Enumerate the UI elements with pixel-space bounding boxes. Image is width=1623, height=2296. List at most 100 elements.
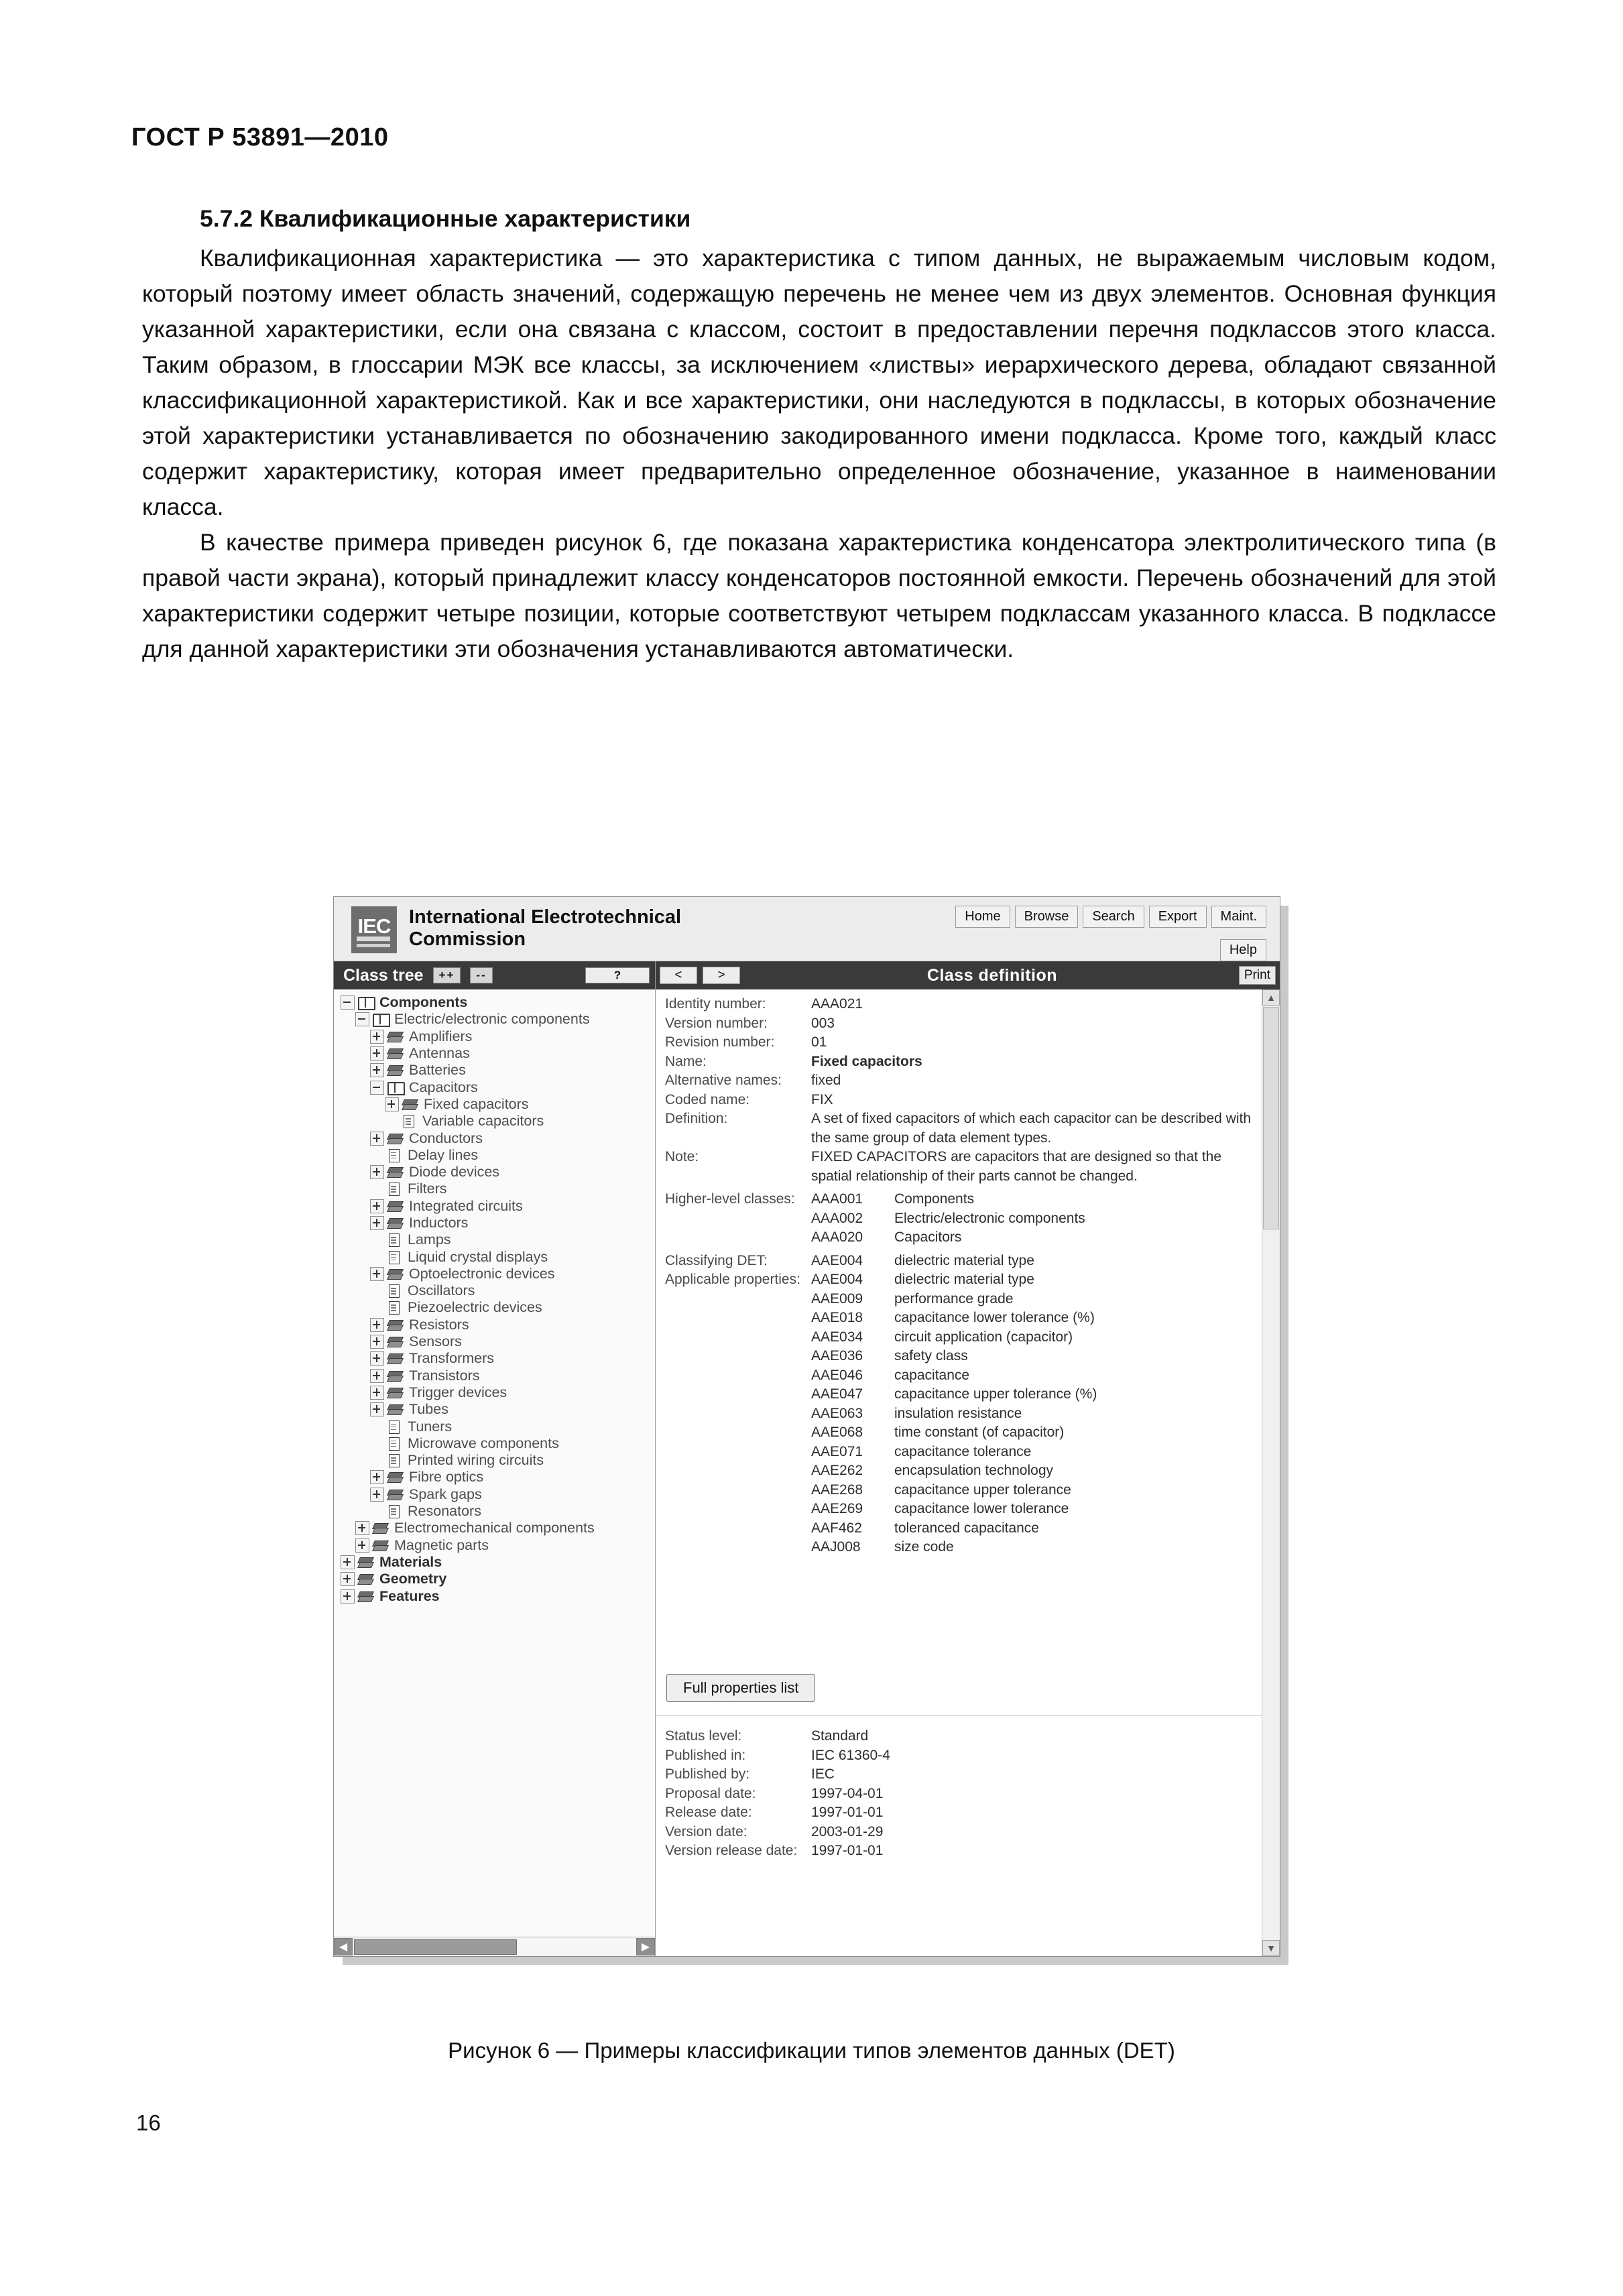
collapse-icon[interactable] bbox=[370, 1080, 384, 1095]
code-identifier[interactable]: AAE018 bbox=[811, 1309, 894, 1328]
tree-item[interactable]: Magnetic parts bbox=[337, 1537, 655, 1554]
expand-icon[interactable] bbox=[370, 1335, 384, 1349]
tree-item[interactable]: Materials bbox=[337, 1554, 655, 1571]
code-name[interactable]: toleranced capacitance bbox=[894, 1519, 1039, 1538]
tree-item[interactable]: Transformers bbox=[337, 1350, 655, 1367]
tree-item[interactable]: Amplifiers bbox=[337, 1028, 655, 1045]
tree-item[interactable]: Lamps bbox=[337, 1231, 655, 1248]
tree-item[interactable]: Features bbox=[337, 1587, 655, 1604]
scroll-thumb[interactable] bbox=[354, 1939, 518, 1955]
code-identifier[interactable]: AAA001 bbox=[811, 1190, 894, 1209]
collapse-all-button[interactable]: -- bbox=[470, 967, 493, 983]
code-name[interactable]: capacitance bbox=[894, 1366, 969, 1386]
expand-icon[interactable] bbox=[341, 1555, 355, 1569]
code-name[interactable]: capacitance tolerance bbox=[894, 1443, 1031, 1462]
search-button[interactable]: Search bbox=[1083, 906, 1144, 928]
tree-item[interactable]: Variable capacitors bbox=[337, 1113, 655, 1130]
code-name[interactable]: dielectric material type bbox=[894, 1270, 1034, 1290]
code-name[interactable]: insulation resistance bbox=[894, 1404, 1022, 1424]
scroll-down-icon[interactable]: ▼ bbox=[1262, 1940, 1280, 1956]
code-name[interactable]: capacitance upper tolerance (%) bbox=[894, 1385, 1097, 1404]
tree-item[interactable]: Tubes bbox=[337, 1401, 655, 1418]
code-identifier[interactable]: AAE009 bbox=[811, 1290, 894, 1309]
code-identifier[interactable]: AAE262 bbox=[811, 1461, 894, 1481]
code-name[interactable]: size code bbox=[894, 1538, 954, 1557]
expand-icon[interactable] bbox=[341, 1589, 355, 1604]
code-identifier[interactable]: AAE047 bbox=[811, 1385, 894, 1404]
code-identifier[interactable]: AAE268 bbox=[811, 1481, 894, 1500]
export-button[interactable]: Export bbox=[1148, 906, 1207, 928]
tree-item[interactable]: Liquid crystal displays bbox=[337, 1248, 655, 1265]
tree-item[interactable]: Electric/electronic components bbox=[337, 1011, 655, 1028]
expand-all-button[interactable]: ++ bbox=[432, 967, 461, 983]
scroll-track[interactable] bbox=[353, 1939, 636, 1955]
expand-icon[interactable] bbox=[370, 1216, 384, 1230]
code-identifier[interactable]: AAA002 bbox=[811, 1209, 894, 1229]
tree-item[interactable]: Spark gaps bbox=[337, 1486, 655, 1503]
code-identifier[interactable]: AAE004 bbox=[811, 1252, 894, 1271]
code-identifier[interactable]: AAE063 bbox=[811, 1404, 894, 1424]
tree-item[interactable]: Microwave components bbox=[337, 1435, 655, 1452]
tree-item[interactable]: Inductors bbox=[337, 1215, 655, 1231]
expand-icon[interactable] bbox=[370, 1266, 384, 1281]
code-identifier[interactable]: AAE046 bbox=[811, 1366, 894, 1386]
collapse-icon[interactable] bbox=[355, 1012, 369, 1027]
code-identifier[interactable]: AAE004 bbox=[811, 1270, 894, 1290]
tree-item[interactable]: Diode devices bbox=[337, 1164, 655, 1181]
code-name[interactable]: Electric/electronic components bbox=[894, 1209, 1085, 1229]
expand-icon[interactable] bbox=[370, 1317, 384, 1332]
code-identifier[interactable]: AAE269 bbox=[811, 1500, 894, 1519]
detail-scroll-thumb[interactable] bbox=[1263, 1007, 1279, 1229]
tree-item[interactable]: Geometry bbox=[337, 1571, 655, 1587]
tree-item[interactable]: Filters bbox=[337, 1181, 655, 1197]
code-identifier[interactable]: AAA020 bbox=[811, 1228, 894, 1248]
tree-item[interactable]: Piezoelectric devices bbox=[337, 1299, 655, 1316]
expand-icon[interactable] bbox=[385, 1097, 399, 1111]
expand-icon[interactable] bbox=[370, 1487, 384, 1502]
code-name[interactable]: Components bbox=[894, 1190, 974, 1209]
full-properties-list-button[interactable]: Full properties list bbox=[666, 1674, 816, 1702]
tree-item[interactable]: Tuners bbox=[337, 1418, 655, 1435]
tree-item[interactable]: Batteries bbox=[337, 1062, 655, 1079]
tree-item[interactable]: Fibre optics bbox=[337, 1469, 655, 1486]
tree-item[interactable]: Oscillators bbox=[337, 1282, 655, 1299]
next-button[interactable]: > bbox=[703, 967, 740, 984]
code-name[interactable]: performance grade bbox=[894, 1290, 1013, 1309]
code-identifier[interactable]: AAE068 bbox=[811, 1423, 894, 1443]
previous-button[interactable]: < bbox=[660, 967, 697, 984]
expand-icon[interactable] bbox=[370, 1385, 384, 1400]
expand-icon[interactable] bbox=[341, 1572, 355, 1587]
maintenance-button[interactable]: Maint. bbox=[1211, 906, 1266, 928]
code-identifier[interactable]: AAE071 bbox=[811, 1443, 894, 1462]
tree-item[interactable]: Electromechanical components bbox=[337, 1520, 655, 1536]
expand-icon[interactable] bbox=[370, 1131, 384, 1146]
tree-item[interactable]: Fixed capacitors bbox=[337, 1096, 655, 1113]
tree-item[interactable]: Components bbox=[337, 994, 655, 1011]
expand-icon[interactable] bbox=[370, 1165, 384, 1180]
expand-icon[interactable] bbox=[370, 1470, 384, 1485]
scroll-right-icon[interactable]: ▶ bbox=[636, 1938, 655, 1955]
tree-item[interactable]: Trigger devices bbox=[337, 1384, 655, 1401]
code-identifier[interactable]: AAF462 bbox=[811, 1519, 894, 1538]
tree-item[interactable]: Delay lines bbox=[337, 1147, 655, 1164]
tree-item[interactable]: Transistors bbox=[337, 1368, 655, 1384]
code-name[interactable]: capacitance lower tolerance bbox=[894, 1500, 1069, 1519]
scroll-up-icon[interactable]: ▲ bbox=[1262, 989, 1280, 1006]
code-identifier[interactable]: AAJ008 bbox=[811, 1538, 894, 1557]
code-name[interactable]: encapsulation technology bbox=[894, 1461, 1053, 1481]
code-identifier[interactable]: AAE036 bbox=[811, 1347, 894, 1366]
expand-icon[interactable] bbox=[370, 1368, 384, 1383]
expand-icon[interactable] bbox=[370, 1351, 384, 1366]
code-name[interactable]: time constant (of capacitor) bbox=[894, 1423, 1064, 1443]
code-name[interactable]: circuit application (capacitor) bbox=[894, 1328, 1073, 1347]
scroll-left-icon[interactable]: ◀ bbox=[334, 1938, 353, 1955]
tree-item[interactable]: Conductors bbox=[337, 1130, 655, 1146]
expand-icon[interactable] bbox=[370, 1029, 384, 1044]
tree-item[interactable]: Integrated circuits bbox=[337, 1198, 655, 1215]
tree-item[interactable]: Antennas bbox=[337, 1045, 655, 1062]
tree-item[interactable]: Optoelectronic devices bbox=[337, 1266, 655, 1282]
help-button[interactable]: Help bbox=[1219, 939, 1266, 961]
expand-icon[interactable] bbox=[370, 1063, 384, 1078]
code-name[interactable]: capacitance upper tolerance bbox=[894, 1481, 1071, 1500]
class-tree-horizontal-scrollbar[interactable]: ◀ ▶ bbox=[334, 1937, 655, 1956]
